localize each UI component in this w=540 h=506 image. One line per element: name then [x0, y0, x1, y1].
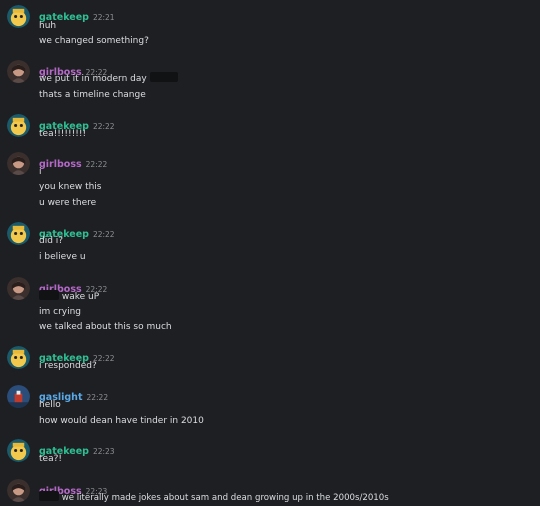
gatekeep-avatar-icon: [7, 114, 30, 137]
timestamp: 22:21: [92, 13, 115, 22]
author-name[interactable]: girlboss: [39, 159, 82, 170]
girlboss-avatar-icon: [7, 479, 30, 502]
avatar[interactable]: [7, 439, 30, 462]
message-text: tea?!: [39, 454, 62, 464]
message-text: hello: [39, 400, 61, 410]
message-text: we literally made jokes about sam and de…: [39, 491, 389, 505]
message-text: wake uP: [39, 290, 99, 304]
message-text: you knew this: [39, 182, 102, 192]
message-text: we put it in modern day: [39, 72, 178, 86]
redacted-name: [39, 491, 59, 501]
avatar[interactable]: [7, 385, 30, 408]
avatar[interactable]: [7, 5, 30, 28]
gaslight-avatar-icon: [7, 385, 30, 408]
message-text: did i?: [39, 236, 64, 246]
avatar[interactable]: [7, 479, 30, 502]
message-text: thats a timeline change: [39, 90, 146, 100]
gatekeep-avatar-icon: [7, 5, 30, 28]
avatar[interactable]: [7, 222, 30, 245]
message-text: im crying: [39, 307, 82, 317]
girlboss-avatar-icon: [7, 277, 30, 300]
message-text: we changed something?: [39, 36, 149, 46]
avatar[interactable]: [7, 346, 30, 369]
gatekeep-avatar-icon: [7, 346, 30, 369]
timestamp: 22:23: [92, 447, 115, 456]
message-text: i believe u: [39, 252, 86, 262]
message-text: tea!!!!!!!!!: [39, 129, 87, 139]
redacted-name: [39, 290, 59, 300]
girlboss-avatar-icon: [7, 152, 30, 175]
timestamp: 22:22: [92, 122, 115, 131]
timestamp: 22:22: [86, 393, 109, 402]
gatekeep-avatar-icon: [7, 439, 30, 462]
message-text: i responded?: [39, 361, 97, 371]
avatar[interactable]: [7, 152, 30, 175]
avatar[interactable]: [7, 60, 30, 83]
girlboss-avatar-icon: [7, 60, 30, 83]
timestamp: 22:22: [85, 160, 108, 169]
message-text: u were there: [39, 198, 97, 208]
gatekeep-avatar-icon: [7, 222, 30, 245]
message-text: huh: [39, 21, 57, 31]
timestamp: 22:22: [92, 230, 115, 239]
message-text: we talked about this so much: [39, 322, 172, 332]
message-text: how would dean have tinder in 2010: [39, 416, 204, 426]
chat-log: gatekeep 22:21 huh we changed something? …: [0, 0, 540, 506]
avatar[interactable]: [7, 277, 30, 300]
avatar[interactable]: [7, 114, 30, 137]
message-text: i: [39, 167, 42, 177]
redacted-name: [149, 72, 178, 82]
